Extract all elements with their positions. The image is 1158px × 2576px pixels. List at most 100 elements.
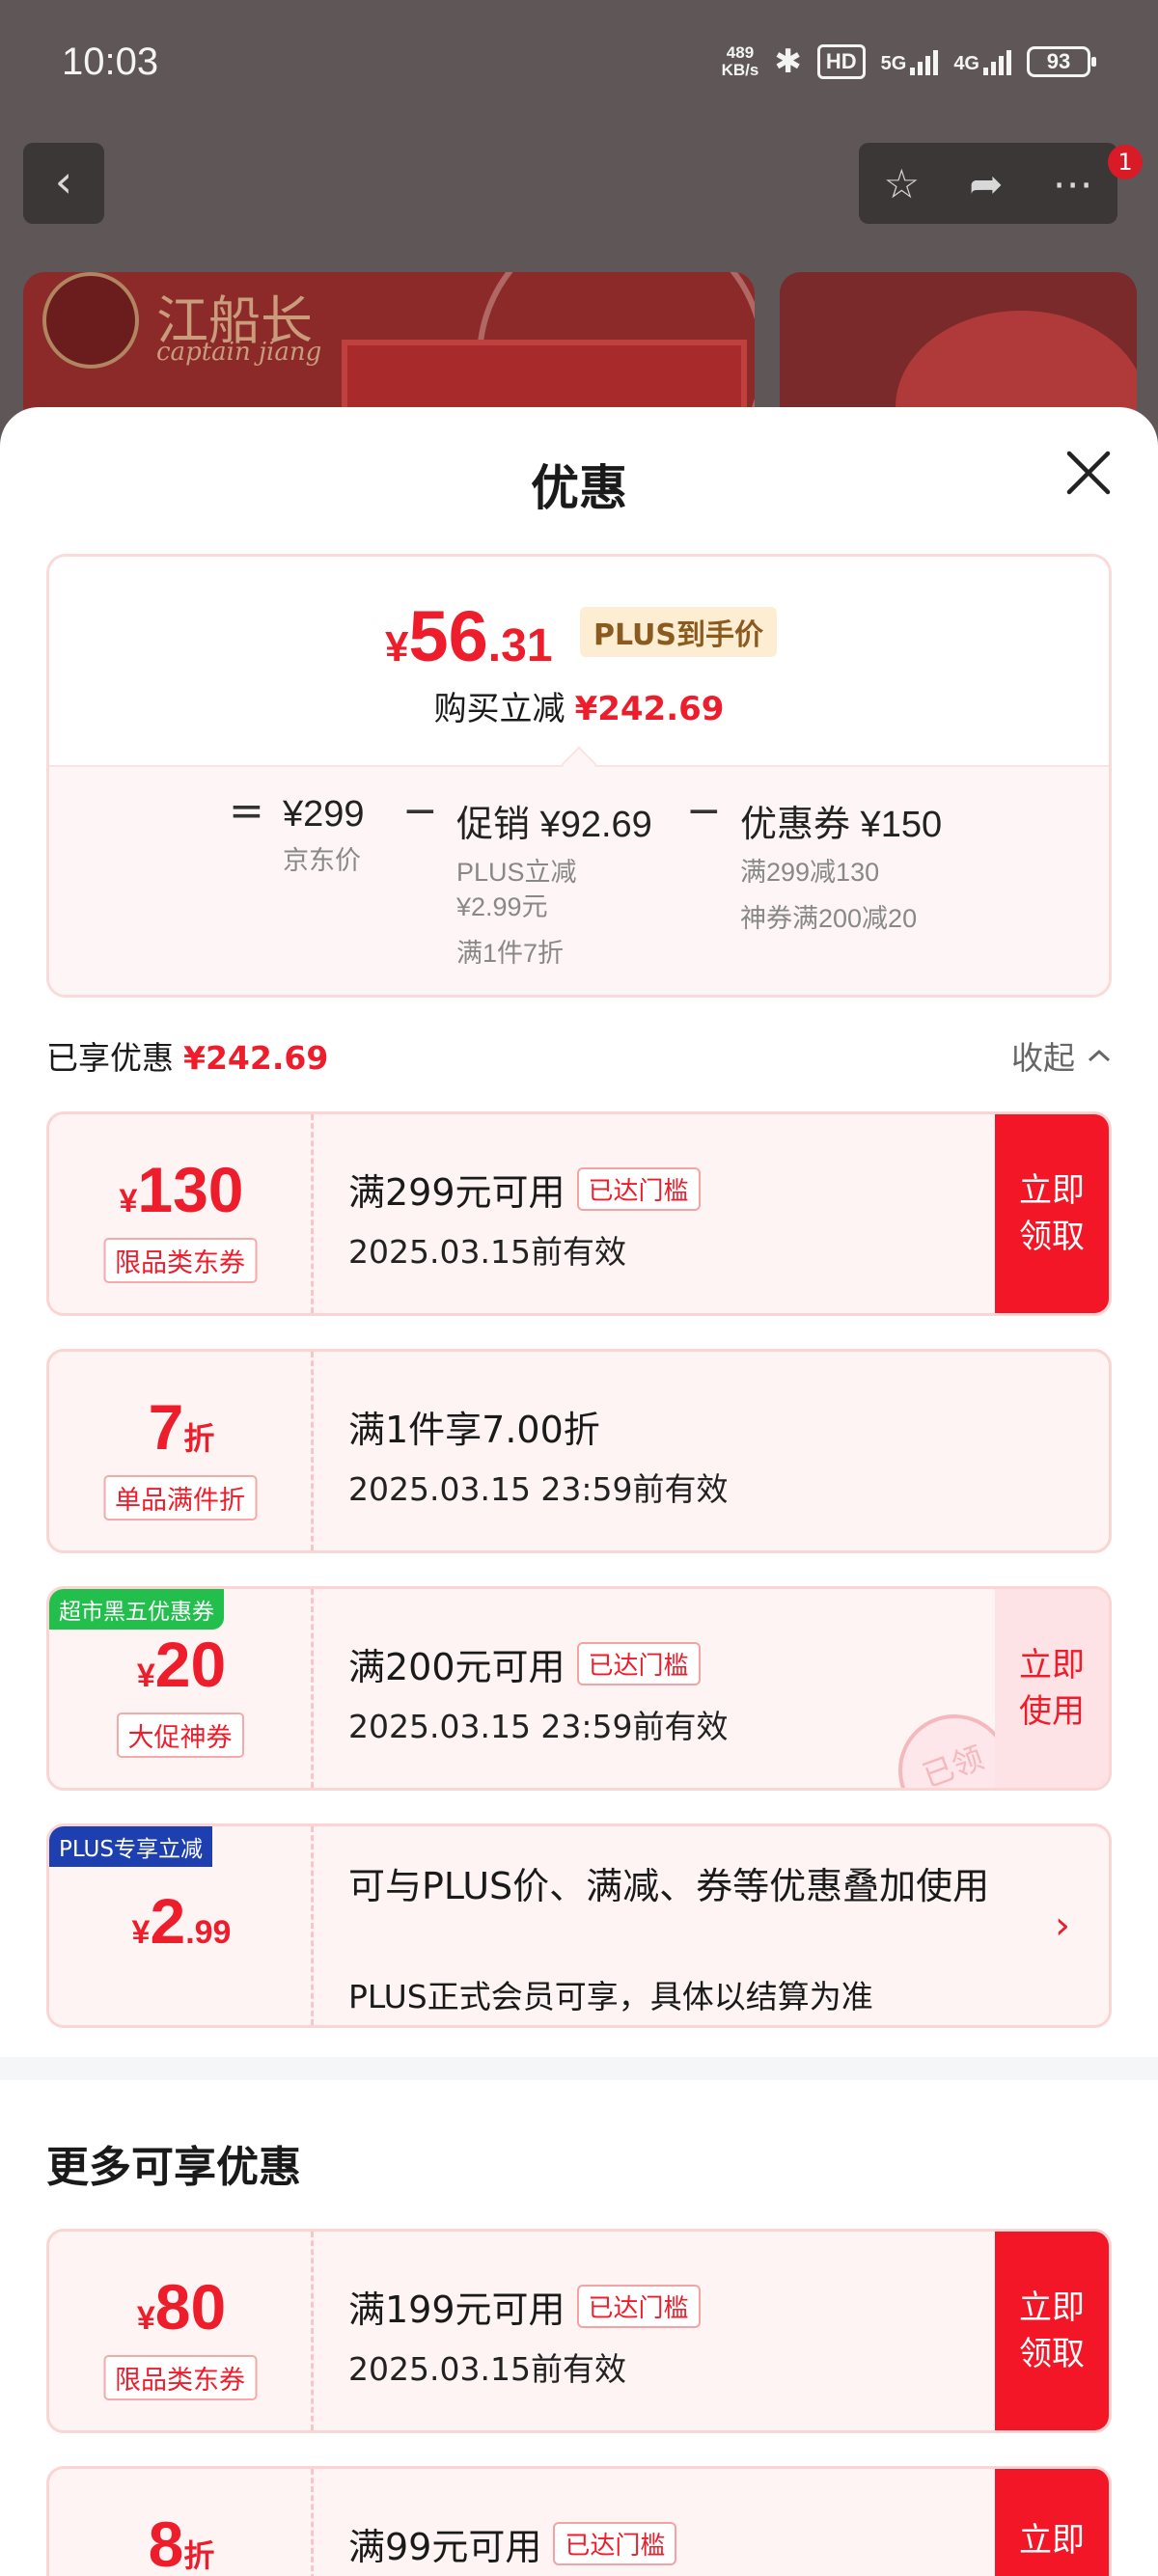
- claim-coupon-button[interactable]: 立即 领取: [995, 2232, 1109, 2430]
- claim-label: 立即 领取: [1019, 1171, 1085, 1256]
- plus-exclusive-tag: PLUS专享立减: [49, 1826, 212, 1867]
- claim-coupon-button[interactable]: 立即: [995, 2469, 1109, 2576]
- breakdown-jd-price: ¥299 京东价: [283, 794, 365, 878]
- coupon-detail-2: 神券满200减20: [740, 904, 918, 933]
- chevron-up-icon: [1088, 1049, 1111, 1062]
- reduce-line: 购买立减 ¥242.69: [49, 682, 1109, 729]
- use-label: 立即 使用: [1019, 1646, 1085, 1731]
- coupon-type-badge: 限品类东券: [103, 1238, 257, 1283]
- coupon-condition: 满99元可用 已达门槛: [348, 2517, 677, 2570]
- coupon-type-badge: 限品类东券: [103, 2355, 257, 2400]
- coupon-decimal: .99: [185, 1914, 232, 1951]
- status-icons: 489 KB/s ✱ HD 5G 4G 93: [721, 42, 1096, 81]
- breakdown-coupon: 优惠券 ¥150 满299减130 神券满200减20: [740, 794, 942, 936]
- use-coupon-button[interactable]: 立即 使用: [995, 1589, 1109, 1788]
- coupon-amount: 2: [150, 1885, 186, 1957]
- coupon-value: 7折: [49, 1390, 314, 1464]
- claim-label: 立即 领取: [1019, 2288, 1085, 2373]
- promo-detail-1: PLUS立减: [456, 858, 577, 887]
- discount-sheet: 优惠 ¥ 56 .31 PLUS到手价 购买立减 ¥242.69 = ¥299 京…: [0, 407, 1158, 2576]
- reduce-label: 购买立减: [433, 690, 565, 728]
- background-page: 10:03 489 KB/s ✱ HD 5G 4G 93 ‹ ☆ ➦ ⋯ 1 江…: [0, 0, 1158, 465]
- signal-4g-icon: 4G: [953, 48, 1011, 75]
- coupon-card: ¥20 大促神券 超市黑五优惠券 满200元可用 已达门槛 2025.03.15 …: [46, 1586, 1112, 1791]
- coupon-currency: ¥: [136, 2300, 155, 2337]
- more-discounts-title: 更多可享优惠: [46, 2143, 301, 2192]
- minus-sign-2: −: [686, 786, 722, 836]
- collapse-button[interactable]: 收起: [1011, 1032, 1112, 1079]
- promo-detail-2: ¥2.99元: [456, 892, 548, 921]
- breakdown-promo: 促销 ¥92.69 PLUS立减 ¥2.99元 满1件7折: [456, 794, 652, 971]
- coupon-value: ¥20: [49, 1628, 314, 1701]
- coupon-value-area: ¥80 限品类东券: [49, 2232, 314, 2430]
- coupon-card: ¥80 限品类东券 满199元可用 已达门槛 2025.03.15前有效 立即 领…: [46, 2229, 1112, 2433]
- minus-sign: −: [402, 786, 438, 836]
- plus-stack-description: 可与PLUS价、满减、券等优惠叠加使用: [348, 1865, 990, 1907]
- coupon-amount: 8: [148, 2508, 184, 2576]
- final-price-decimal: .31: [487, 620, 553, 671]
- threshold-reached-tag: 已达门槛: [553, 2522, 677, 2565]
- coupon-expiry: 2025.03.15 23:59前有效: [348, 1470, 729, 1508]
- summary-top: ¥ 56 .31 PLUS到手价 购买立减 ¥242.69: [49, 557, 1109, 765]
- coupon-amount: 80: [154, 2271, 227, 2343]
- promo-value: 促销 ¥92.69: [456, 805, 652, 845]
- section-divider: [0, 2057, 1158, 2080]
- price-summary-card: ¥ 56 .31 PLUS到手价 购买立减 ¥242.69 = ¥299 京东价 …: [46, 554, 1112, 998]
- signal-5g-label: 5G: [880, 53, 907, 74]
- coupon-title: 满199元可用: [348, 2288, 565, 2331]
- coupon-type-badge: 单品满件折: [103, 1475, 257, 1521]
- coupon-value-area: 8折: [49, 2469, 314, 2576]
- plus-discount-card[interactable]: ¥2.99 PLUS专享立减 可与PLUS价、满减、券等优惠叠加使用 PLUS正…: [46, 1823, 1112, 2028]
- chevron-right-icon: ›: [1055, 1904, 1070, 1948]
- coupon-expiry: 2025.03.15前有效: [348, 2350, 626, 2388]
- coupon-unit: 折: [183, 1421, 215, 1456]
- jd-price-label: 京东价: [283, 846, 361, 875]
- enjoyed-label: 已享优惠: [46, 1039, 174, 1077]
- favorite-star-icon[interactable]: ☆: [884, 160, 921, 207]
- coupon-title: 满299元可用: [348, 1171, 565, 1214]
- coupon-title: 满99元可用: [348, 2526, 542, 2568]
- claim-coupon-button[interactable]: 立即 领取: [995, 1114, 1109, 1313]
- coupon-expiry: 2025.03.15 23:59前有效: [348, 1708, 729, 1745]
- status-bar: 10:03 489 KB/s ✱ HD 5G 4G 93: [0, 0, 1158, 130]
- coupon-value: ¥80: [49, 2270, 314, 2343]
- network-speed-unit: KB/s: [721, 61, 759, 79]
- final-price-integer: 56: [408, 596, 488, 676]
- promo-detail-3: 满1件7折: [456, 939, 565, 968]
- sheet-title: 优惠: [531, 460, 627, 516]
- plus-price-tag: PLUS到手价: [580, 607, 778, 657]
- coupon-currency: ¥: [119, 1183, 138, 1219]
- plus-member-note: PLUS正式会员可享，具体以结算为准: [348, 1978, 873, 2015]
- coupon-type-badge: 大促神券: [116, 1713, 244, 1758]
- coupon-detail-1: 满299减130: [740, 858, 880, 887]
- coupon-condition: 满199元可用 已达门槛: [348, 2280, 701, 2333]
- chevron-left-icon: ‹: [54, 155, 73, 207]
- coupon-title: 满1件享7.00折: [348, 1409, 600, 1451]
- battery-icon: 93: [1027, 46, 1096, 77]
- notification-badge: 1: [1108, 145, 1143, 179]
- coupon-unit: 折: [183, 2538, 215, 2573]
- coupon-condition: 满200元可用 已达门槛: [348, 1637, 701, 1690]
- threshold-reached-tag: 已达门槛: [576, 2285, 701, 2328]
- coupon-value: 8折: [49, 2507, 314, 2576]
- more-icon[interactable]: ⋯: [1052, 160, 1092, 207]
- signal-5g-icon: 5G: [881, 48, 939, 75]
- jd-price-value: ¥299: [283, 794, 365, 835]
- hd-voice-icon: HD: [816, 44, 866, 79]
- coupon-card: 7折 单品满件折 满1件享7.00折 2025.03.15 23:59前有效: [46, 1349, 1112, 1553]
- coupon-condition: 满299元可用 已达门槛: [348, 1163, 701, 1216]
- threshold-reached-tag: 已达门槛: [576, 1167, 701, 1211]
- coupon-value: ¥2.99: [49, 1884, 314, 1958]
- bluetooth-icon: ✱: [774, 43, 802, 80]
- coupon-value-area: 7折 单品满件折: [49, 1352, 314, 1550]
- reduce-amount: ¥242.69: [574, 690, 725, 728]
- close-icon[interactable]: [1058, 442, 1119, 504]
- status-time: 10:03: [62, 41, 159, 83]
- brand-logo-icon: [42, 272, 139, 369]
- threshold-reached-tag: 已达门槛: [576, 1642, 701, 1685]
- share-icon[interactable]: ➦: [969, 160, 1003, 207]
- enjoyed-discount: 已享优惠 ¥242.69: [46, 1032, 328, 1079]
- coupon-card: 8折 满99元可用 已达门槛 立即: [46, 2466, 1112, 2576]
- coupon-value-area: ¥130 限品类东券: [49, 1114, 314, 1313]
- back-button[interactable]: ‹: [23, 143, 104, 224]
